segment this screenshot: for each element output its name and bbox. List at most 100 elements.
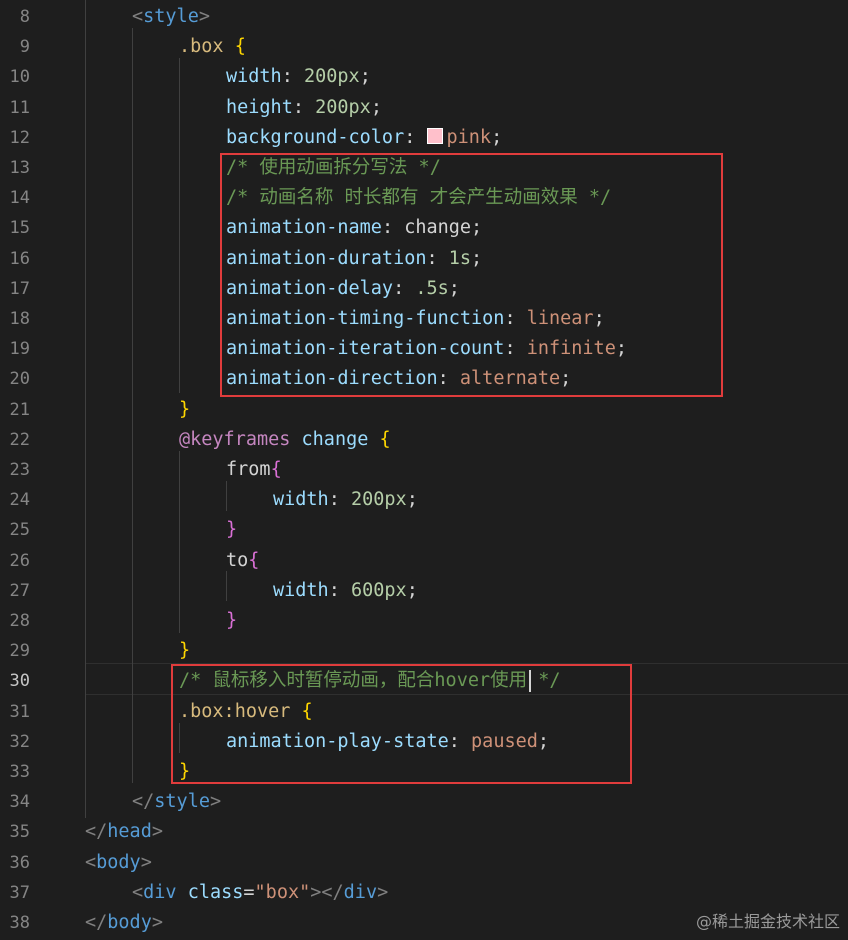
code-line[interactable]: 34 </style> xyxy=(0,787,848,817)
code-token: } xyxy=(179,398,191,420)
code-content: </body> xyxy=(85,908,163,938)
annotation-box-hover-pause xyxy=(171,664,632,784)
code-line[interactable]: 24 width: 200px; xyxy=(0,485,848,515)
code-line[interactable]: 12 background-color: pink; xyxy=(0,123,848,153)
code-token: : xyxy=(292,96,316,118)
code-token: ; xyxy=(359,66,371,88)
line-number: 24 xyxy=(9,490,30,511)
code-token: ></ xyxy=(310,881,344,903)
code-content: width: 200px; xyxy=(273,485,418,515)
line-number: 8 xyxy=(19,7,30,27)
code-line[interactable]: 25} xyxy=(0,515,848,545)
code-editor[interactable]: 8 <style> 9 .box {10 width: 200px; 11 height: … xyxy=(0,0,848,940)
line-number: 36 xyxy=(9,852,30,873)
code-token: } xyxy=(226,610,238,631)
code-token: > xyxy=(209,791,222,813)
code-content: </style> xyxy=(132,787,221,817)
code-content: <div class="box"></div> xyxy=(132,878,388,908)
code-line[interactable]: 26 to{ xyxy=(0,546,848,576)
code-line[interactable]: 36 <body> xyxy=(0,848,848,878)
code-token: ; xyxy=(491,126,503,148)
line-number: 26 xyxy=(9,550,30,571)
code-line[interactable]: 23 from{ xyxy=(0,455,848,485)
code-token: : xyxy=(281,66,304,88)
line-number: 13 xyxy=(9,158,30,178)
code-token: from xyxy=(226,459,271,480)
code-content: from{ xyxy=(226,455,282,485)
code-token: > xyxy=(377,881,389,903)
code-token: > xyxy=(198,6,210,27)
line-number: 20 xyxy=(9,369,30,390)
code-line[interactable]: 29} xyxy=(0,636,848,666)
code-content: <style> xyxy=(132,2,210,32)
line-number: 30 xyxy=(9,671,30,692)
code-token: body xyxy=(107,912,152,933)
code-token: .box xyxy=(179,36,224,58)
code-token: to xyxy=(226,549,249,571)
code-token: 200px xyxy=(350,489,407,511)
line-number: 10 xyxy=(9,67,30,88)
code-token: ; xyxy=(406,489,418,511)
line-number: 16 xyxy=(9,248,30,269)
code-token: body xyxy=(96,851,141,873)
code-token: div xyxy=(343,881,378,903)
code-token: { xyxy=(270,459,282,480)
code-line[interactable]: 9 .box { xyxy=(0,32,848,62)
line-number: 11 xyxy=(9,97,30,118)
line-number: 9 xyxy=(19,37,30,58)
code-content: </head> xyxy=(85,817,163,847)
line-number: 34 xyxy=(9,792,30,813)
color-swatch-icon[interactable] xyxy=(426,128,443,145)
line-number: 33 xyxy=(9,762,30,782)
line-number: 27 xyxy=(9,580,30,601)
code-content: } xyxy=(179,636,190,666)
code-content: } xyxy=(226,606,237,636)
code-token: < xyxy=(85,851,97,873)
code-token: : xyxy=(328,579,351,601)
code-token: </ xyxy=(85,912,108,933)
code-line[interactable]: 37 <div class="box"></div> xyxy=(0,878,848,908)
code-content: } xyxy=(226,515,237,545)
code-token: = xyxy=(243,881,255,903)
code-line[interactable]: 27 width: 600px; xyxy=(0,576,848,606)
line-number: 31 xyxy=(9,701,30,722)
code-token: pink xyxy=(446,126,492,148)
code-line[interactable]: 8 <style> xyxy=(0,2,848,32)
code-token: width xyxy=(273,579,329,601)
code-token: style xyxy=(143,6,199,27)
code-line[interactable]: 11 height: 200px; xyxy=(0,93,848,123)
line-number: 35 xyxy=(9,822,30,843)
code-line[interactable]: 35 </head> xyxy=(0,817,848,847)
code-line[interactable]: 10 width: 200px; xyxy=(0,62,848,92)
code-token: > xyxy=(151,821,163,843)
line-number: 19 xyxy=(9,339,30,360)
code-content: to{ xyxy=(226,546,259,576)
code-line[interactable]: 28} xyxy=(0,606,848,636)
code-token: } xyxy=(179,640,191,662)
line-number: 21 xyxy=(9,399,30,420)
code-token: : xyxy=(404,126,427,148)
line-number: 17 xyxy=(9,278,30,299)
code-content: } xyxy=(179,395,190,425)
watermark: @稀土掘金技术社区 xyxy=(695,912,840,931)
code-content: @keyframes change { xyxy=(179,425,391,455)
line-number: 32 xyxy=(9,731,30,752)
line-number: 15 xyxy=(9,218,30,239)
code-token: ; xyxy=(406,579,418,601)
code-content: <body> xyxy=(85,848,152,878)
code-token: > xyxy=(151,912,163,933)
code-token: background-color xyxy=(226,126,405,148)
code-token: </ xyxy=(132,791,155,813)
code-token: @keyframes xyxy=(179,428,291,450)
line-number: 12 xyxy=(9,127,30,148)
code-token: width xyxy=(226,66,282,88)
code-token: class xyxy=(187,881,244,903)
line-number: 28 xyxy=(9,611,30,631)
code-token: < xyxy=(132,6,144,27)
code-line[interactable]: 22 @keyframes change { xyxy=(0,425,848,455)
code-line[interactable]: 21} xyxy=(0,395,848,425)
code-token: > xyxy=(140,851,152,873)
